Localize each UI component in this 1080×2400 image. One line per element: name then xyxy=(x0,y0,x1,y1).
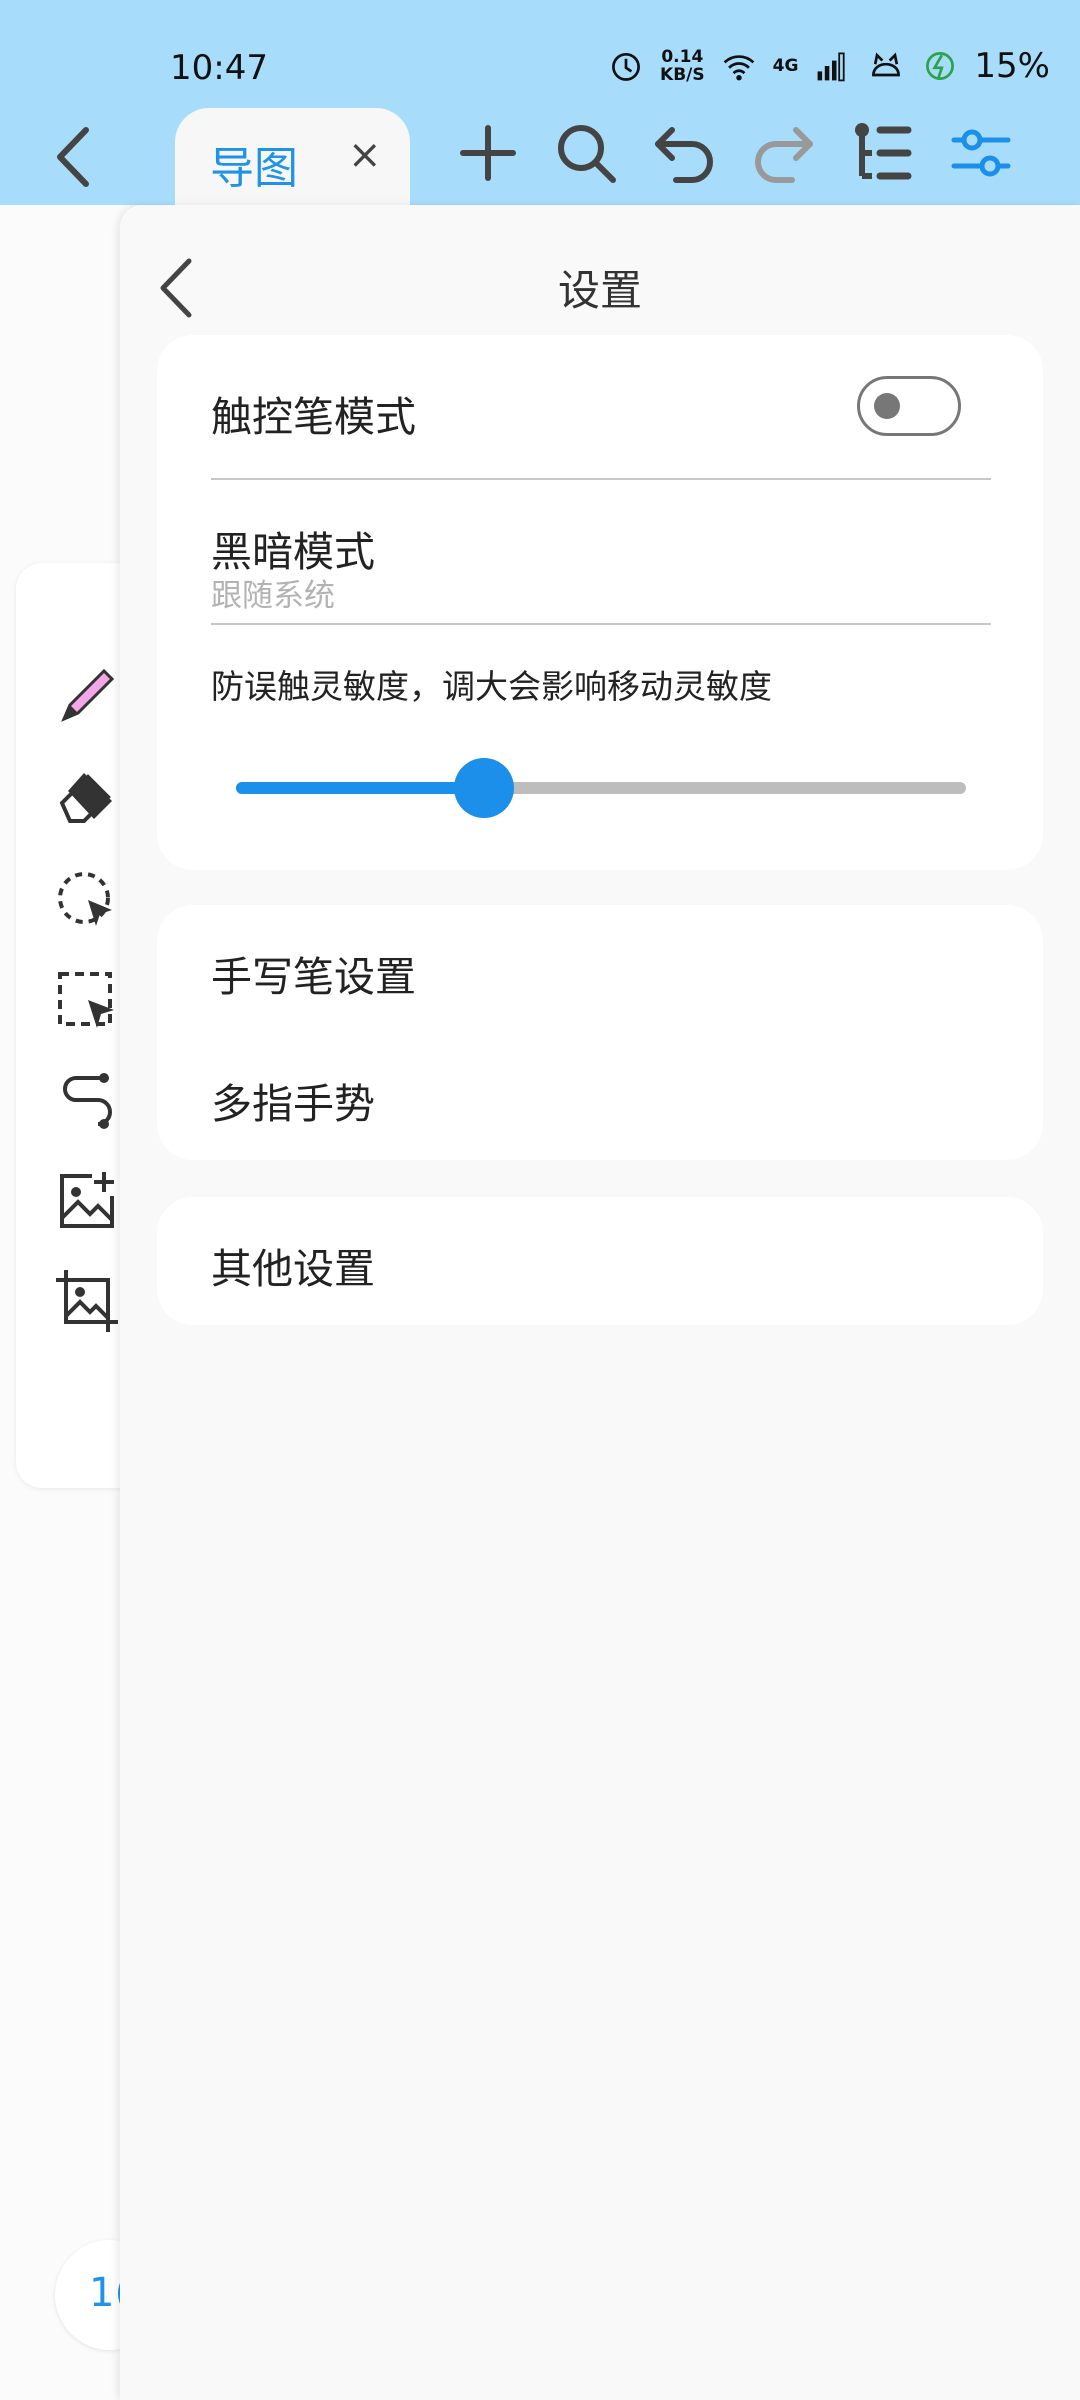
tab-close-button[interactable]: × xyxy=(348,132,382,178)
other-settings-card[interactable]: 其他设置 xyxy=(157,1197,1043,1325)
wifi-icon xyxy=(723,55,754,81)
tab-label: 导图 xyxy=(210,143,298,194)
stylus-mode-toggle[interactable] xyxy=(857,376,961,436)
add-icon[interactable] xyxy=(455,120,521,186)
slider-thumb[interactable] xyxy=(454,758,515,818)
network-type: 4G xyxy=(772,56,799,76)
signal-icon xyxy=(818,52,846,82)
lasso-select-icon[interactable] xyxy=(54,868,120,934)
pen-settings-label: 手写笔设置 xyxy=(211,953,416,1001)
redo-icon[interactable] xyxy=(750,120,816,186)
pen-settings-row[interactable]: 手写笔设置 xyxy=(157,905,1043,1033)
net-speed-value: 0.14 xyxy=(661,47,704,67)
slider-fill xyxy=(236,782,485,794)
dark-mode-value: 跟随系统 xyxy=(211,578,335,614)
battery-level: 15% xyxy=(974,46,1050,86)
alarm-icon xyxy=(612,52,640,81)
settings-panel: 设置 触控笔模式 黑暗模式 跟随系统 防误触灵敏度，调大会影响移动灵敏度 手写笔… xyxy=(120,205,1080,2400)
dark-mode-label: 黑暗模式 xyxy=(211,528,375,576)
net-speed-unit: KB/S xyxy=(660,65,705,85)
panel-title: 设置 xyxy=(557,266,642,315)
net-speed: 0.14 KB/S xyxy=(660,48,705,84)
general-settings-card: 触控笔模式 黑暗模式 跟随系统 防误触灵敏度，调大会影响移动灵敏度 xyxy=(157,335,1043,870)
tab-mind-map[interactable]: 导图 × xyxy=(175,108,410,205)
multi-finger-gesture-row[interactable]: 多指手势 xyxy=(157,1033,1043,1160)
search-icon[interactable] xyxy=(553,120,619,186)
toggle-knob xyxy=(874,393,900,419)
pen-icon[interactable] xyxy=(54,663,120,729)
dark-mode-row[interactable]: 黑暗模式 跟随系统 xyxy=(157,480,1043,623)
sensitivity-slider[interactable] xyxy=(236,758,966,818)
eraser-icon[interactable] xyxy=(54,763,120,829)
undo-icon[interactable] xyxy=(652,120,718,186)
settings-sliders-icon[interactable] xyxy=(948,120,1014,186)
outline-icon[interactable] xyxy=(848,120,914,186)
crop-image-icon[interactable] xyxy=(54,1268,120,1334)
gesture-label: 多指手势 xyxy=(211,1080,375,1128)
connector-icon[interactable] xyxy=(54,1068,120,1134)
cat-icon xyxy=(872,52,901,77)
rect-select-icon[interactable] xyxy=(54,968,120,1034)
divider xyxy=(211,623,991,625)
status-time: 10:47 xyxy=(170,48,268,88)
add-image-icon[interactable] xyxy=(54,1168,120,1234)
stylus-mode-row[interactable]: 触控笔模式 xyxy=(157,335,1043,478)
sensitivity-label: 防误触灵敏度，调大会影响移动灵敏度 xyxy=(211,667,772,706)
stylus-mode-label: 触控笔模式 xyxy=(211,393,416,441)
other-settings-label: 其他设置 xyxy=(211,1245,375,1293)
status-icons: 0.14 KB/S 4G 15% xyxy=(606,46,1050,86)
top-bar: 10:47 0.14 KB/S 4G 15% 导图 × xyxy=(0,0,1080,205)
input-settings-card: 手写笔设置 多指手势 xyxy=(157,905,1043,1160)
battery-charging-icon xyxy=(926,52,955,80)
back-icon[interactable] xyxy=(48,122,98,192)
